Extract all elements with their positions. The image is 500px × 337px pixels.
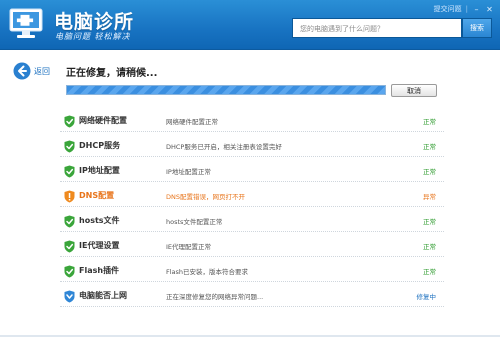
shield-check-icon [64, 263, 75, 278]
diagnostic-list: 网络硬件配置 网络硬件配置正常 正常 DHCP服务 DHCP服务已开启，相关注册表设置完… [60, 107, 444, 307]
shield-check-icon [64, 138, 75, 153]
item-description: 正在深度修复您的网络异常问题... [166, 293, 264, 301]
diagnostic-row: DNS配置 DNS配置错误，网页打不开 异常 [60, 182, 444, 207]
shield-fixing-icon [64, 288, 75, 303]
shield-check-icon [64, 113, 75, 128]
diagnostic-row: hosts文件 hosts文件配置正常 正常 [60, 207, 444, 232]
item-name: 网络硬件配置 [79, 116, 127, 125]
minimize-icon[interactable]: – [472, 5, 481, 14]
back-link[interactable]: 返回 [34, 66, 50, 77]
item-status: 正常 [423, 143, 436, 151]
title-bar: 电脑诊所 电脑问题 轻松解决 提交问题 | – ✕ 您的电脑遇到了什么问题？ 搜… [0, 0, 500, 50]
item-name: Flash插件 [79, 266, 120, 275]
item-name: IP地址配置 [79, 166, 120, 175]
item-status[interactable]: 异常 [423, 191, 436, 201]
item-status: 正常 [423, 268, 436, 276]
item-name: IE代理设置 [79, 241, 120, 250]
item-status: 正常 [423, 168, 436, 176]
diagnostic-row: DHCP服务 DHCP服务已开启，相关注册表设置完好 正常 [60, 132, 444, 157]
app-logo-icon [8, 6, 46, 42]
shield-check-icon [64, 238, 75, 253]
item-name: 电脑能否上网 [79, 291, 127, 300]
shield-check-icon [64, 163, 75, 178]
diagnostic-row: IE代理设置 IE代理配置正常 正常 [60, 232, 444, 257]
item-status: 正常 [423, 243, 436, 251]
item-status: 修复中 [416, 293, 437, 301]
item-description: hosts文件配置正常 [166, 218, 223, 226]
search-input[interactable]: 您的电脑遇到了什么问题？ [292, 18, 462, 38]
item-description: 网络硬件配置正常 [166, 118, 218, 126]
item-status: 正常 [423, 218, 436, 226]
diagnostic-row: 网络硬件配置 网络硬件配置正常 正常 [60, 107, 444, 132]
app-title: 电脑诊所 [54, 11, 135, 33]
item-description: IE代理配置正常 [166, 243, 212, 251]
item-description: IP地址配置正常 [166, 168, 211, 176]
item-status: 正常 [423, 118, 436, 126]
window-controls: 提交问题 | – ✕ [434, 3, 494, 15]
search-button[interactable]: 搜索 [462, 18, 492, 38]
item-description: DNS配置错误，网页打不开 [166, 193, 245, 201]
back-arrow-icon[interactable] [13, 62, 31, 80]
progress-fill [67, 86, 385, 94]
status-title: 正在修复，请稍候... [66, 68, 158, 79]
item-name: DNS配置 [79, 191, 115, 200]
feedback-link[interactable]: 提交问题 [434, 4, 462, 14]
item-name: hosts文件 [79, 216, 120, 225]
shield-check-icon [64, 213, 75, 228]
cancel-button[interactable]: 取消 [391, 84, 437, 97]
item-description: DHCP服务已开启，相关注册表设置完好 [166, 143, 282, 151]
item-name: DHCP服务 [79, 141, 121, 150]
item-description: Flash已安装，版本符合要求 [166, 268, 249, 276]
diagnostic-row: IP地址配置 IP地址配置正常 正常 [60, 157, 444, 182]
close-icon[interactable]: ✕ [485, 5, 494, 14]
repair-progress-bar [66, 85, 386, 95]
shield-warning-icon [64, 188, 75, 203]
diagnostic-row: Flash插件 Flash已安装，版本符合要求 正常 [60, 257, 444, 282]
diagnostic-row: 电脑能否上网 正在深度修复您的网络异常问题... 修复中 [60, 282, 444, 307]
separator: | [465, 5, 468, 13]
app-subtitle: 电脑问题 轻松解决 [55, 32, 131, 41]
